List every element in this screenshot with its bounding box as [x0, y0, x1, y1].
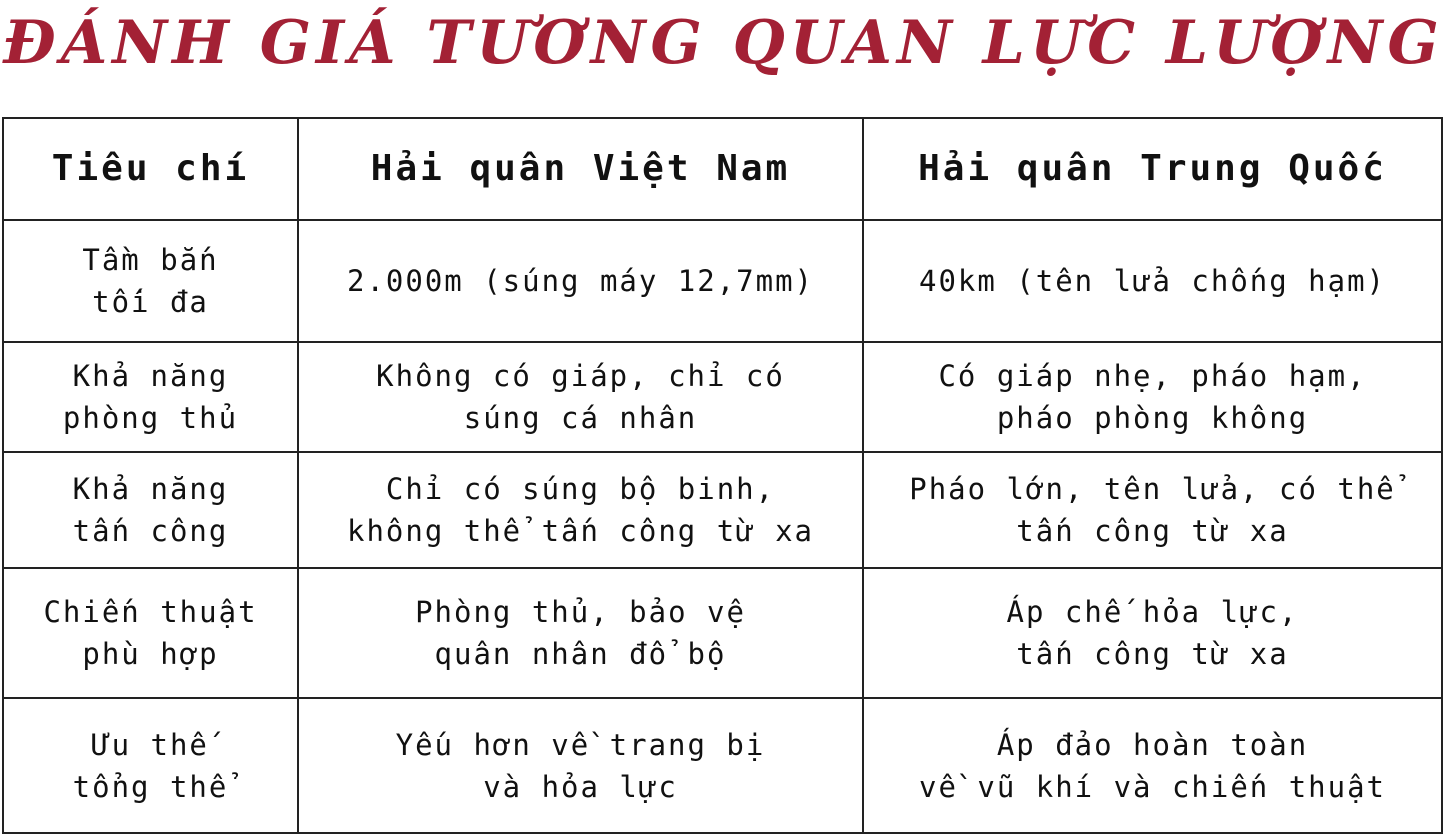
- row-criterion: Chiến thuật phù hợp: [2, 567, 299, 699]
- header-china-navy: Hải quân Trung Quốc: [862, 117, 1443, 221]
- row-china-value: 40km (tên lửa chống hạm): [862, 219, 1443, 343]
- comparison-table: Tiêu chí Hải quân Việt Nam Hải quân Trun…: [2, 117, 1443, 834]
- table-row: Ưu thế tổng thể Yếu hơn về trang bị và h…: [2, 697, 1443, 834]
- row-vietnam-value: Yếu hơn về trang bị và hỏa lực: [297, 697, 864, 834]
- table-row: Khả năng tấn công Chỉ có súng bộ binh, k…: [2, 451, 1443, 569]
- row-criterion: Tầm bắn tối đa: [2, 219, 299, 343]
- row-vietnam-value: Chỉ có súng bộ binh, không thể tấn công …: [297, 451, 864, 569]
- table-row: Chiến thuật phù hợp Phòng thủ, bảo vệ qu…: [2, 567, 1443, 699]
- header-vietnam-navy: Hải quân Việt Nam: [297, 117, 864, 221]
- row-criterion: Ưu thế tổng thể: [2, 697, 299, 834]
- row-criterion: Khả năng tấn công: [2, 451, 299, 569]
- table-row: Khả năng phòng thủ Không có giáp, chỉ có…: [2, 341, 1443, 453]
- row-china-value: Có giáp nhẹ, pháo hạm, pháo phòng không: [862, 341, 1443, 453]
- row-criterion: Khả năng phòng thủ: [2, 341, 299, 453]
- page-title: ĐÁNH GIÁ TƯƠNG QUAN LỰC LƯỢNG: [3, 8, 1444, 78]
- row-vietnam-value: Phòng thủ, bảo vệ quân nhân đổ bộ: [297, 567, 864, 699]
- row-china-value: Áp đảo hoàn toàn về vũ khí và chiến thuậ…: [862, 697, 1443, 834]
- row-china-value: Áp chế hỏa lực, tấn công từ xa: [862, 567, 1443, 699]
- header-criterion: Tiêu chí: [2, 117, 299, 221]
- row-china-value: Pháo lớn, tên lửa, có thể tấn công từ xa: [862, 451, 1443, 569]
- row-vietnam-value: 2.000m (súng máy 12,7mm): [297, 219, 864, 343]
- row-vietnam-value: Không có giáp, chỉ có súng cá nhân: [297, 341, 864, 453]
- table-row: Tầm bắn tối đa 2.000m (súng máy 12,7mm) …: [2, 219, 1443, 343]
- table-header-row: Tiêu chí Hải quân Việt Nam Hải quân Trun…: [2, 117, 1443, 221]
